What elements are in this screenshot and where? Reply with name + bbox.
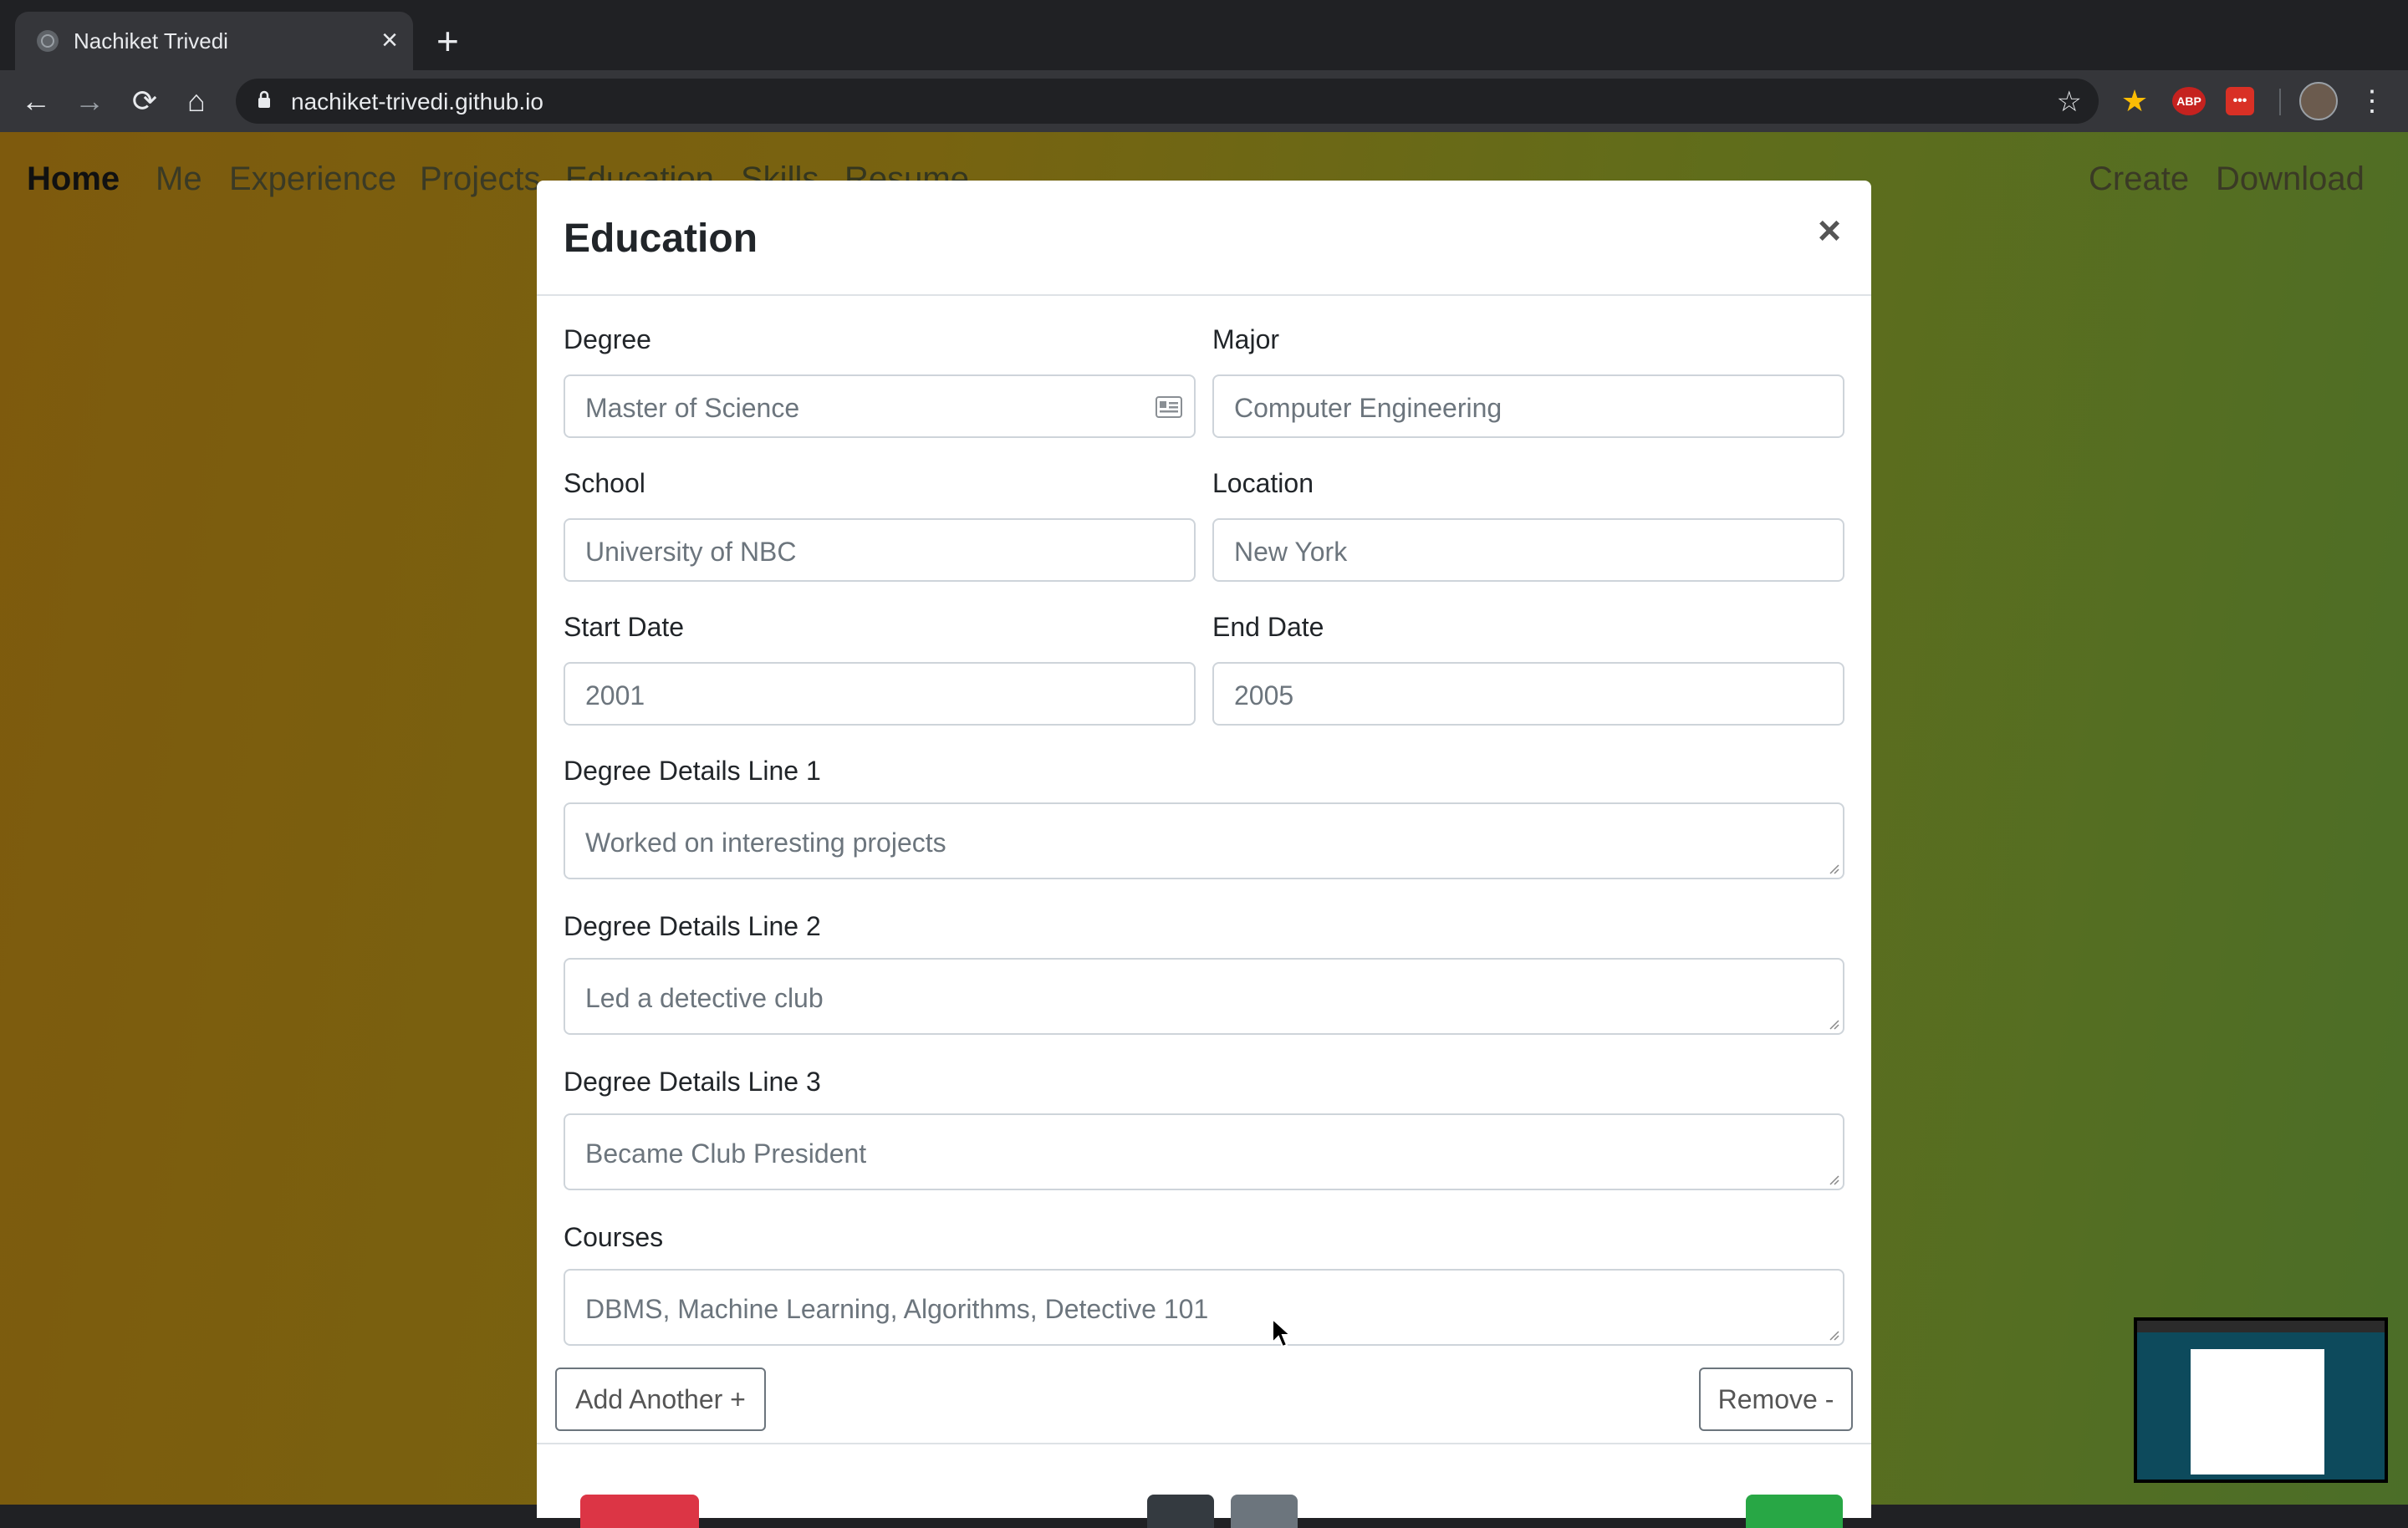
degree-label: Degree (564, 324, 651, 354)
globe-icon (37, 30, 59, 52)
details2-textarea[interactable]: Led a detective club (564, 958, 1844, 1035)
courses-textarea[interactable]: DBMS, Machine Learning, Algorithms, Dete… (564, 1269, 1844, 1346)
bookmarks-extension-icon[interactable]: ★ (2114, 80, 2155, 122)
close-icon[interactable]: × (1818, 211, 1841, 252)
start-date-input[interactable]: 2001 (564, 662, 1196, 726)
end-date-label: End Date (1212, 612, 1324, 642)
details2-label: Degree Details Line 2 (564, 911, 821, 941)
details1-label: Degree Details Line 1 (564, 756, 821, 786)
adblock-extension-icon[interactable]: ABP (2172, 87, 2206, 115)
address-bar[interactable]: nachiket-trivedi.github.io ☆ (236, 79, 2099, 124)
mouse-cursor-icon (1272, 1317, 1293, 1348)
browser-tab[interactable]: Nachiket Trivedi × (15, 12, 413, 70)
details2-placeholder: Led a detective club (585, 983, 824, 1013)
school-placeholder: University of NBC (585, 537, 797, 567)
modal-title: Education (564, 216, 758, 261)
page-background: Home Me Experience Projects Education Sk… (0, 132, 2408, 1528)
toolbar-divider (2279, 89, 2281, 115)
details3-label: Degree Details Line 3 (564, 1067, 821, 1097)
browser-toolbar: ← → ⟳ ⌂ nachiket-trivedi.github.io ☆ ★ A… (0, 70, 2408, 132)
thumbnail-modal-preview (2191, 1349, 2324, 1475)
profile-avatar[interactable] (2299, 82, 2338, 120)
modal-footer-divider (537, 1443, 1871, 1444)
resize-handle-icon[interactable] (1828, 1018, 1839, 1030)
details3-placeholder: Became Club President (585, 1138, 867, 1169)
back-icon[interactable]: ← (15, 80, 57, 122)
home-icon[interactable]: ⌂ (176, 80, 217, 122)
remove-button[interactable]: Remove - (1699, 1368, 1853, 1431)
contact-card-icon (1156, 396, 1182, 418)
end-date-placeholder: 2005 (1234, 680, 1294, 711)
major-placeholder: Computer Engineering (1234, 393, 1502, 423)
courses-placeholder: DBMS, Machine Learning, Algorithms, Dete… (585, 1294, 1209, 1324)
major-input[interactable]: Computer Engineering (1212, 374, 1844, 438)
start-date-placeholder: 2001 (585, 680, 645, 711)
details3-textarea[interactable]: Became Club President (564, 1113, 1844, 1190)
resize-handle-icon[interactable] (1828, 1329, 1839, 1341)
resize-handle-icon[interactable] (1828, 1174, 1839, 1185)
location-label: Location (1212, 468, 1314, 498)
school-input[interactable]: University of NBC (564, 518, 1196, 582)
new-tab-icon[interactable]: + (436, 18, 459, 64)
screen-recording-thumbnail[interactable] (2134, 1317, 2388, 1483)
resize-handle-icon[interactable] (1828, 863, 1839, 874)
modal-header: Education × (537, 181, 1871, 296)
save-button[interactable] (1746, 1495, 1843, 1528)
location-input[interactable]: New York (1212, 518, 1844, 582)
tab-title: Nachiket Trivedi (74, 28, 228, 53)
location-placeholder: New York (1234, 537, 1348, 567)
url-text: nachiket-trivedi.github.io (291, 89, 543, 115)
details1-textarea[interactable]: Worked on interesting projects (564, 802, 1844, 879)
tab-close-icon[interactable]: × (381, 23, 398, 57)
browser-tabstrip: Nachiket Trivedi × + (0, 0, 2408, 70)
menu-kebab-icon[interactable]: ⋮ (2351, 80, 2393, 122)
degree-placeholder: Master of Science (585, 393, 800, 423)
degree-input[interactable]: Master of Science (564, 374, 1196, 438)
end-date-input[interactable]: 2005 (1212, 662, 1844, 726)
education-modal: Education × Degree Master of Science Maj… (537, 181, 1871, 1518)
start-date-label: Start Date (564, 612, 685, 642)
thumbnail-chrome-preview (2137, 1321, 2385, 1332)
dark-button[interactable] (1147, 1495, 1214, 1528)
reload-icon[interactable]: ⟳ (124, 80, 166, 122)
school-label: School (564, 468, 645, 498)
major-label: Major (1212, 324, 1280, 354)
extension-icon[interactable]: ••• (2226, 87, 2254, 115)
lock-icon (258, 90, 270, 108)
details1-placeholder: Worked on interesting projects (585, 828, 946, 858)
secondary-button[interactable] (1231, 1495, 1298, 1528)
courses-label: Courses (564, 1222, 664, 1252)
add-another-button[interactable]: Add Another + (555, 1368, 766, 1431)
delete-button[interactable] (580, 1495, 699, 1528)
bookmark-star-icon[interactable]: ☆ (2057, 85, 2082, 119)
forward-icon[interactable]: → (69, 80, 110, 122)
